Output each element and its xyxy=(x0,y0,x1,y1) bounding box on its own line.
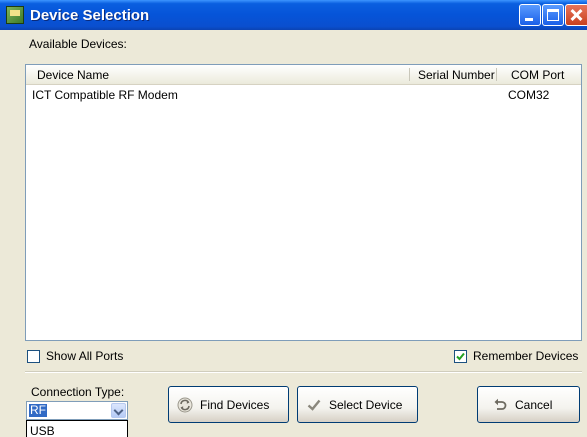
column-divider[interactable] xyxy=(409,68,410,81)
cancel-button[interactable]: Cancel xyxy=(477,386,580,423)
cancel-label: Cancel xyxy=(515,398,553,412)
find-devices-button[interactable]: Find Devices xyxy=(168,386,289,423)
available-devices-label: Available Devices: xyxy=(29,37,127,51)
checkmark-icon xyxy=(456,352,465,361)
window-title: Device Selection xyxy=(30,7,150,24)
close-icon xyxy=(566,5,586,25)
checkmark-icon xyxy=(307,399,321,411)
connection-type-value: RF xyxy=(29,403,47,417)
remember-devices-label[interactable]: Remember Devices xyxy=(473,349,578,363)
close-button[interactable] xyxy=(565,4,587,26)
find-devices-label: Find Devices xyxy=(200,398,270,412)
dropdown-option-usb[interactable]: USB xyxy=(30,424,55,437)
minimize-icon xyxy=(525,18,533,21)
column-serial-number[interactable]: Serial Number xyxy=(418,68,495,82)
minimize-button[interactable] xyxy=(519,4,541,26)
column-com-port[interactable]: COM Port xyxy=(511,68,564,82)
column-device-name[interactable]: Device Name xyxy=(37,68,109,82)
show-all-ports-checkbox[interactable] xyxy=(27,350,40,363)
show-all-ports-label[interactable]: Show All Ports xyxy=(46,349,123,363)
device-list-header: Device Name Serial Number COM Port xyxy=(26,65,581,85)
connection-type-label: Connection Type: xyxy=(31,385,125,399)
undo-icon xyxy=(494,398,507,410)
select-device-label: Select Device xyxy=(329,398,403,412)
chevron-down-icon[interactable] xyxy=(111,403,126,418)
column-divider[interactable] xyxy=(496,68,497,81)
com-port-cell: COM32 xyxy=(508,88,550,102)
table-row[interactable]: ICT Compatible RF Modem COM32 xyxy=(26,86,581,102)
maximize-icon xyxy=(547,9,559,21)
divider xyxy=(25,371,582,373)
maximize-button[interactable] xyxy=(542,4,564,26)
device-selection-window: Device Selection Available Devices: Devi… xyxy=(0,0,587,437)
connection-type-select[interactable]: RF xyxy=(26,401,128,420)
app-icon xyxy=(6,6,24,24)
device-list[interactable]: Device Name Serial Number COM Port ICT C… xyxy=(25,64,582,341)
remember-devices-checkbox[interactable] xyxy=(454,350,467,363)
refresh-icon xyxy=(177,397,193,413)
title-bar[interactable]: Device Selection xyxy=(0,0,587,30)
device-name-cell: ICT Compatible RF Modem xyxy=(32,88,178,102)
select-device-button[interactable]: Select Device xyxy=(297,386,418,423)
connection-type-dropdown: USB xyxy=(26,420,128,437)
